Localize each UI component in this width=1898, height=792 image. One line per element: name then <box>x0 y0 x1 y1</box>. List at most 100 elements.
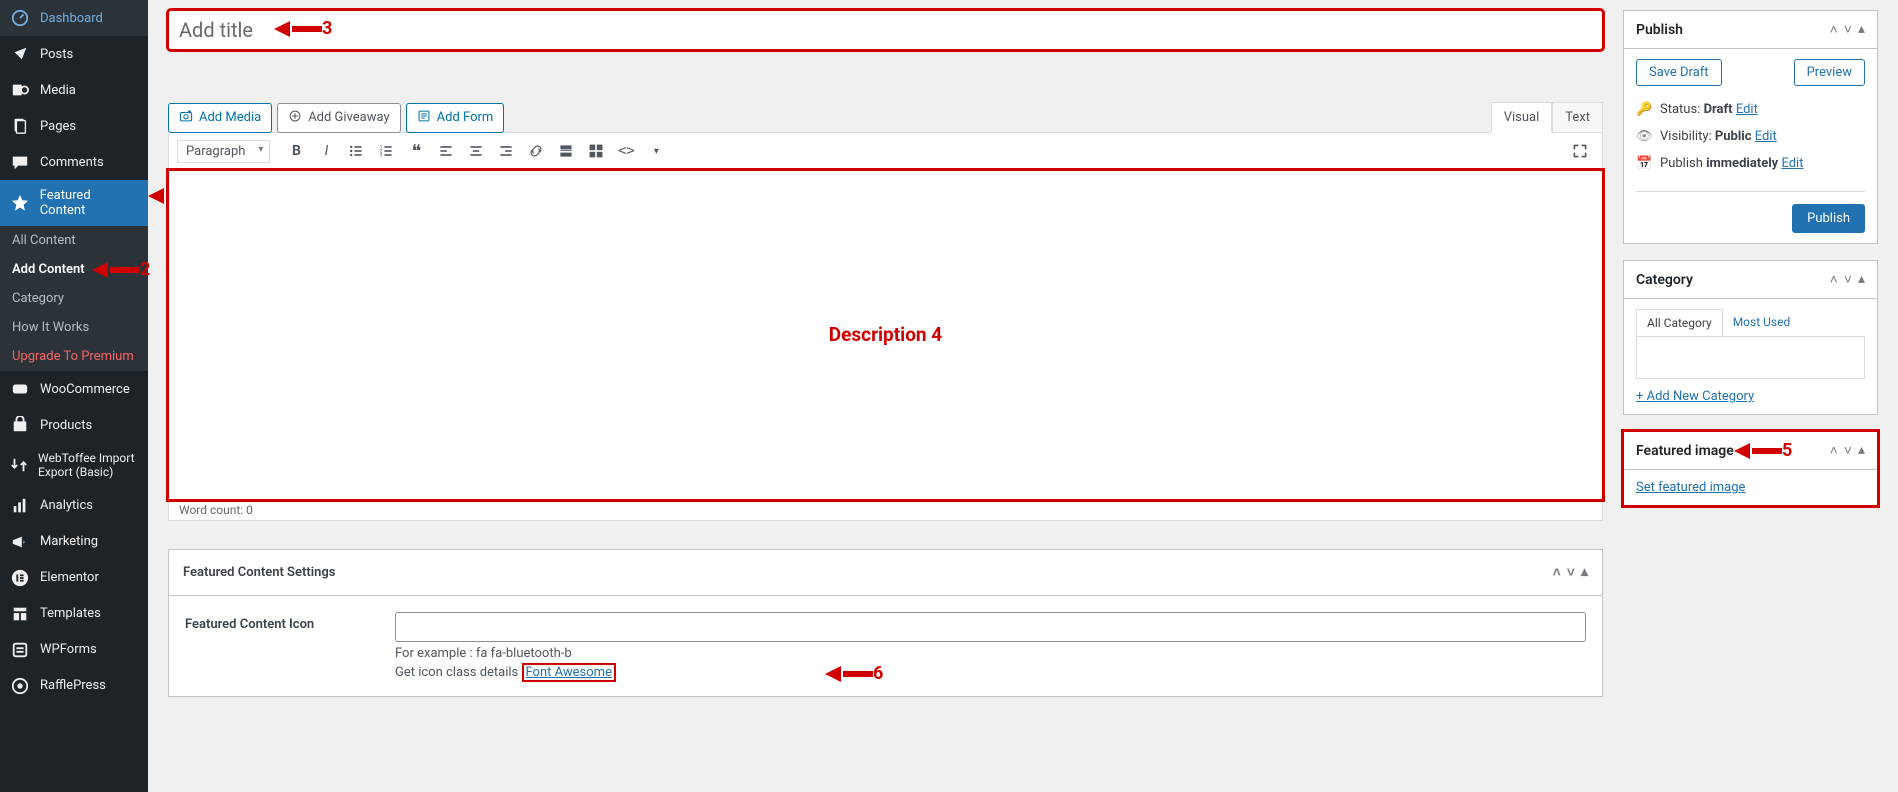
move-down-icon[interactable]: ˅ <box>1567 564 1575 581</box>
edit-visibility-link[interactable]: Edit <box>1755 129 1777 144</box>
visibility-value: Public <box>1715 129 1752 144</box>
add-media-button[interactable]: Add Media <box>168 103 272 133</box>
sidebar-item-elementor[interactable]: Elementor <box>0 560 148 596</box>
move-up-icon[interactable]: ˄ <box>1830 21 1838 38</box>
svg-text:3: 3 <box>380 153 383 159</box>
visibility-label: Visibility: <box>1660 129 1712 144</box>
sidebar-label: Products <box>40 418 92 433</box>
publish-label: Publish <box>1660 156 1703 171</box>
move-down-icon[interactable]: ˅ <box>1844 271 1852 288</box>
publish-button[interactable]: Publish <box>1792 204 1865 233</box>
align-right-button[interactable] <box>492 137 520 165</box>
sidebar-label: Media <box>40 83 76 98</box>
key-icon: 🔑 <box>1636 102 1652 117</box>
toggle-panel-icon[interactable]: ▴ <box>1858 442 1865 459</box>
toggle-panel-icon[interactable]: ▴ <box>1858 21 1865 38</box>
featured-content-settings-box: Featured Content Settings ˄ ˅ ▴ Featured… <box>168 549 1603 697</box>
calendar-icon: 📅 <box>1636 156 1652 171</box>
sidebar-item-featured-content[interactable]: Featured Content 1 <box>0 180 148 226</box>
sidebar-item-wpforms[interactable]: WPForms <box>0 632 148 668</box>
ul-button[interactable] <box>342 137 370 165</box>
category-list <box>1636 337 1865 379</box>
sub-how-it-works[interactable]: How It Works <box>0 313 148 342</box>
move-up-icon[interactable]: ˄ <box>1553 564 1561 581</box>
editor-toolbar: Paragraph B I 123 ❝ <> ▾ <box>168 132 1603 170</box>
sidebar-item-pages[interactable]: Pages <box>0 108 148 144</box>
woocommerce-icon <box>10 379 30 399</box>
form-icon <box>417 109 431 127</box>
save-draft-button[interactable]: Save Draft <box>1636 59 1722 86</box>
featured-image-box: Featured image 5 ˄ ˅ ▴ Set featured imag… <box>1623 431 1878 506</box>
sidebar-label: Posts <box>40 47 73 62</box>
tab-visual[interactable]: Visual <box>1491 102 1553 133</box>
edit-status-link[interactable]: Edit <box>1736 102 1758 117</box>
gift-icon <box>288 109 302 127</box>
fullscreen-button[interactable] <box>1566 137 1594 165</box>
sub-upgrade-premium[interactable]: Upgrade To Premium <box>0 342 148 371</box>
tab-most-used[interactable]: Most Used <box>1723 309 1801 336</box>
toggle-panel-icon[interactable]: ▴ <box>1581 564 1588 581</box>
edit-publish-link[interactable]: Edit <box>1781 156 1803 171</box>
sub-category[interactable]: Category <box>0 284 148 313</box>
align-left-button[interactable] <box>432 137 460 165</box>
paragraph-dropdown[interactable]: Paragraph <box>177 140 270 163</box>
button-label: Add Media <box>199 110 261 125</box>
sidebar-item-rafflepress[interactable]: RafflePress <box>0 668 148 704</box>
move-down-icon[interactable]: ˅ <box>1844 21 1852 38</box>
sidebar-item-analytics[interactable]: Analytics <box>0 488 148 524</box>
toolbar-toggle-button[interactable] <box>582 137 610 165</box>
pin-icon <box>10 44 30 64</box>
sidebar-item-webtoffee[interactable]: WebToffee Import Export (Basic) <box>0 443 148 488</box>
sidebar-label: WebToffee Import Export (Basic) <box>38 451 138 480</box>
rafflepress-icon <box>10 676 30 696</box>
ol-button[interactable]: 123 <box>372 137 400 165</box>
add-giveaway-button[interactable]: Add Giveaway <box>277 103 400 133</box>
sidebar-item-templates[interactable]: Templates <box>0 596 148 632</box>
category-box: Category ˄ ˅ ▴ All Category Most Used + … <box>1623 260 1878 415</box>
bold-button[interactable]: B <box>282 137 310 165</box>
readmore-button[interactable] <box>552 137 580 165</box>
link-button[interactable] <box>522 137 550 165</box>
sidebar-item-media[interactable]: Media <box>0 72 148 108</box>
editor-content-area[interactable]: Description 4 <box>168 170 1603 500</box>
publish-title: Publish <box>1636 22 1683 38</box>
settings-title: Featured Content Settings <box>183 565 335 580</box>
code-button[interactable]: <> <box>612 137 640 165</box>
sub-add-content[interactable]: Add Content 2 <box>0 255 148 284</box>
move-down-icon[interactable]: ˅ <box>1844 442 1852 459</box>
set-featured-image-link[interactable]: Set featured image <box>1636 480 1745 495</box>
featured-content-icon-input[interactable] <box>395 612 1586 642</box>
preview-button[interactable]: Preview <box>1794 59 1865 86</box>
media-icon <box>10 80 30 100</box>
publish-box: Publish ˄ ˅ ▴ Save Draft Preview 🔑 Statu… <box>1623 10 1878 244</box>
word-count: Word count: 0 <box>168 500 1603 521</box>
annotation-description: Description 4 <box>829 323 942 346</box>
annotation-6: 6 <box>873 663 883 684</box>
move-up-icon[interactable]: ˄ <box>1830 271 1838 288</box>
tab-all-category[interactable]: All Category <box>1636 309 1723 336</box>
sidebar-item-comments[interactable]: Comments <box>0 144 148 180</box>
sidebar-item-woocommerce[interactable]: WooCommerce <box>0 371 148 407</box>
add-new-category-link[interactable]: + Add New Category <box>1636 389 1754 404</box>
sidebar-item-posts[interactable]: Posts <box>0 36 148 72</box>
sub-all-content[interactable]: All Content <box>0 226 148 255</box>
hint-example: For example : fa fa-bluetooth-b <box>395 646 1586 661</box>
font-awesome-link[interactable]: Font Awesome <box>522 663 616 682</box>
sidebar-item-products[interactable]: Products <box>0 407 148 443</box>
move-up-icon[interactable]: ˄ <box>1830 442 1838 459</box>
chevron-down-icon[interactable]: ▾ <box>642 137 670 165</box>
sidebar-item-dashboard[interactable]: Dashboard <box>0 0 148 36</box>
italic-button[interactable]: I <box>312 137 340 165</box>
tab-text[interactable]: Text <box>1552 102 1603 133</box>
star-icon <box>10 193 30 213</box>
sub-label: Add Content <box>12 262 85 277</box>
import-export-icon <box>10 455 28 475</box>
add-form-button[interactable]: Add Form <box>406 103 505 133</box>
sidebar-item-marketing[interactable]: Marketing <box>0 524 148 560</box>
quote-button[interactable]: ❝ <box>402 137 430 165</box>
title-input[interactable] <box>168 10 1603 50</box>
icon-field-label: Featured Content Icon <box>185 612 375 632</box>
align-center-button[interactable] <box>462 137 490 165</box>
toggle-panel-icon[interactable]: ▴ <box>1858 271 1865 288</box>
hint-link-row: Get icon class details Font Awesome 6 <box>395 665 1586 680</box>
